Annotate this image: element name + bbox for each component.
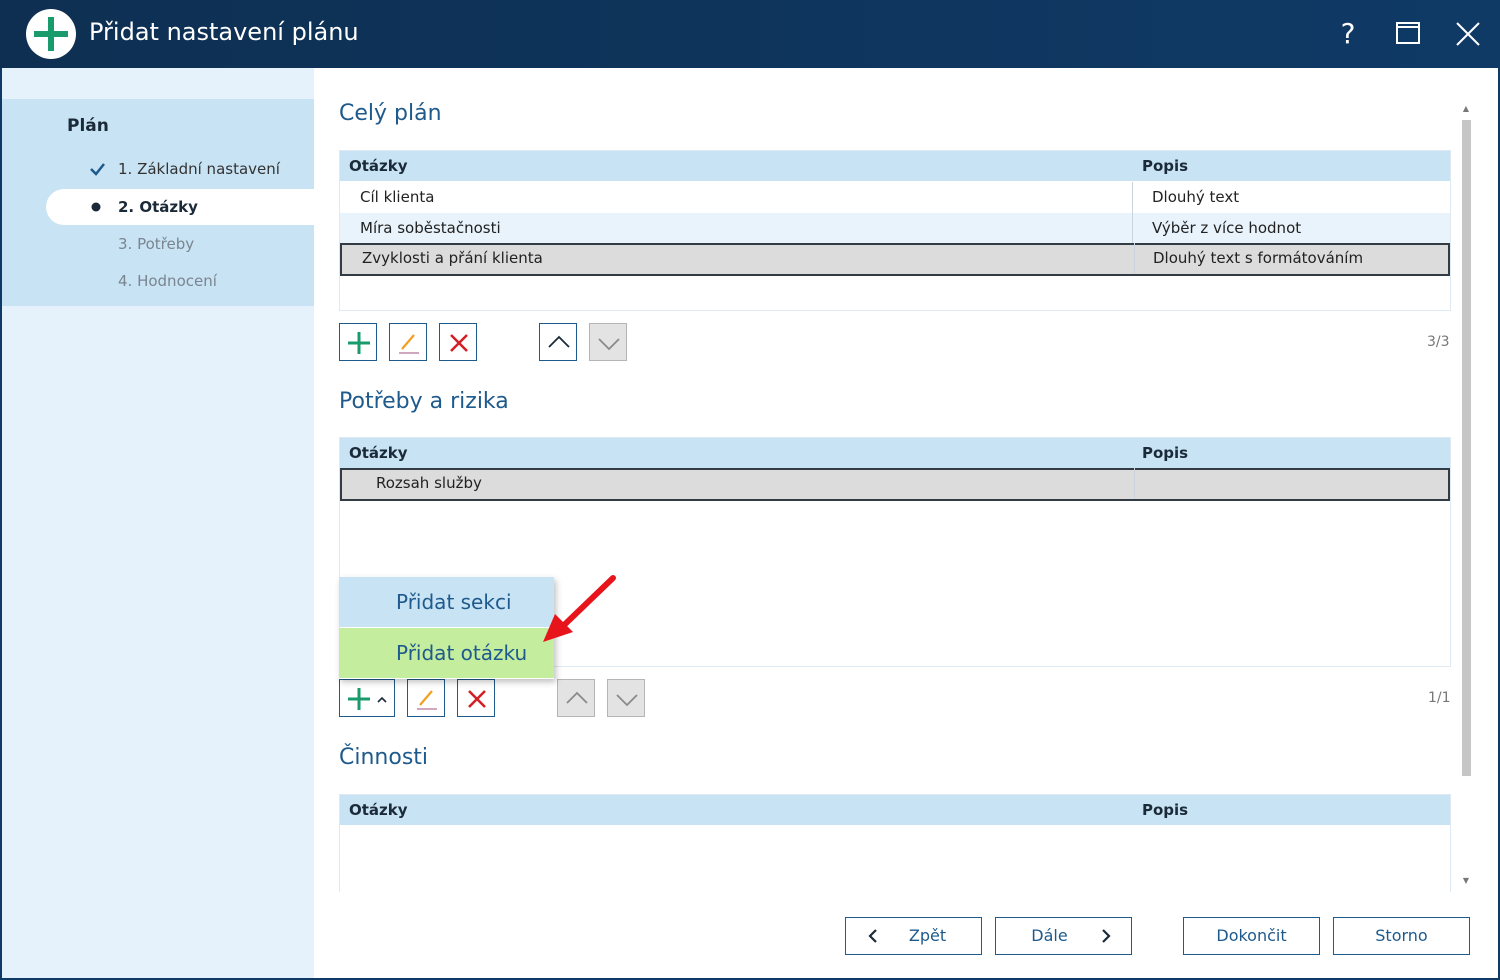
step-label: 2. Otázky [118, 198, 198, 216]
chevron-up-icon [566, 691, 588, 704]
check-icon [88, 151, 108, 187]
wizard-sidebar: Plán 1. Základní nastavení 2. Otázky 3. … [2, 68, 314, 978]
questions-grid-whole-plan: Otázky Popis Cíl klienta Dlouhý text Mír… [339, 150, 1451, 311]
column-header-description[interactable]: Popis [1142, 438, 1188, 468]
table-row[interactable]: Cíl klienta Dlouhý text [340, 182, 1450, 213]
scroll-down-icon[interactable]: ▼ [1460, 876, 1472, 886]
move-down-button[interactable] [607, 679, 645, 717]
close-icon [1456, 22, 1480, 46]
row-counter: 1/1 [1428, 690, 1451, 706]
cancel-button[interactable]: Storno [1333, 917, 1470, 955]
step-needs[interactable]: 3. Potřeby [46, 226, 314, 262]
column-separator [1132, 182, 1133, 213]
add-dropdown-button[interactable] [339, 679, 395, 717]
column-header-description[interactable]: Popis [1142, 795, 1188, 825]
step-questions[interactable]: 2. Otázky [46, 189, 314, 225]
add-circle-icon [26, 9, 76, 59]
finish-button[interactable]: Dokončit [1183, 917, 1320, 955]
back-label: Zpět [908, 926, 947, 945]
maximize-button[interactable] [1388, 14, 1428, 54]
table-row-selected[interactable]: Zvyklosti a přání klienta Dlouhý text s … [340, 243, 1450, 276]
scroll-up-icon[interactable]: ▲ [1460, 104, 1472, 114]
next-button[interactable]: Dále [995, 917, 1132, 955]
scrollbar-thumb[interactable] [1462, 120, 1471, 776]
pencil-icon [399, 334, 419, 354]
menu-item-add-section[interactable]: Přidat sekci [339, 577, 554, 627]
cell-description: Dlouhý text [1152, 188, 1240, 206]
cell-description: Výběr z více hodnot [1152, 219, 1302, 237]
pencil-icon [417, 690, 437, 710]
column-separator [1134, 468, 1135, 499]
maximize-icon [1396, 22, 1420, 44]
cell-question: Zvyklosti a přání klienta [362, 249, 543, 267]
add-button[interactable] [339, 323, 377, 361]
column-header-questions[interactable]: Otázky [349, 438, 408, 468]
delete-icon [450, 334, 468, 352]
column-header-description[interactable]: Popis [1142, 151, 1188, 181]
section-title-activities: Činnosti [339, 745, 429, 770]
add-menu-popup: Přidat sekci Přidat otázku [339, 577, 554, 679]
table-row-selected[interactable]: Rozsah služby [340, 468, 1450, 501]
plus-icon [348, 688, 387, 710]
step-basic-settings[interactable]: 1. Základní nastavení [46, 151, 314, 187]
move-down-button[interactable] [589, 323, 627, 361]
section-title-needs-risks: Potřeby a rizika [339, 389, 509, 414]
title-bar: Přidat nastavení plánu ? [0, 0, 1500, 68]
column-header-questions[interactable]: Otázky [349, 795, 408, 825]
grid-header: Otázky Popis [340, 795, 1450, 825]
section-title-whole-plan: Celý plán [339, 101, 442, 126]
step-evaluation[interactable]: 4. Hodnocení [46, 263, 314, 299]
cell-question: Míra soběstačnosti [360, 219, 501, 237]
move-up-button[interactable] [557, 679, 595, 717]
chevron-down-icon [598, 338, 620, 351]
table-row[interactable]: Míra soběstačnosti Výběr z více hodnot [340, 213, 1450, 244]
bullet-icon [88, 189, 108, 225]
cell-question: Rozsah služby [376, 474, 482, 492]
window-title: Přidat nastavení plánu [89, 18, 359, 46]
annotation-arrow-icon [543, 575, 616, 642]
plus-icon [348, 332, 370, 354]
sidebar-heading: Plán [67, 116, 109, 136]
move-up-button[interactable] [539, 323, 577, 361]
cell-description: Dlouhý text s formátováním [1153, 249, 1364, 267]
delete-icon [468, 690, 486, 708]
step-label: 3. Potřeby [118, 235, 195, 253]
column-separator [1134, 243, 1135, 274]
step-label: 1. Základní nastavení [118, 160, 280, 178]
cell-question: Cíl klienta [360, 188, 435, 206]
delete-button[interactable] [457, 679, 495, 717]
row-counter: 3/3 [1427, 334, 1450, 350]
help-button[interactable]: ? [1328, 14, 1368, 54]
menu-item-add-question[interactable]: Přidat otázku [339, 628, 554, 678]
next-label: Dále [1031, 926, 1068, 945]
step-label: 4. Hodnocení [118, 272, 217, 290]
close-button[interactable] [1448, 14, 1488, 54]
chevron-right-icon [1102, 929, 1111, 943]
chevron-up-icon [548, 335, 570, 348]
questions-grid-activities: Otázky Popis [339, 794, 1451, 892]
column-separator [1132, 213, 1133, 244]
edit-button[interactable] [389, 323, 427, 361]
back-button[interactable]: Zpět [845, 917, 982, 955]
column-header-questions[interactable]: Otázky [349, 151, 408, 181]
grid-header: Otázky Popis [340, 438, 1450, 468]
grid-header: Otázky Popis [340, 151, 1450, 181]
delete-button[interactable] [439, 323, 477, 361]
chevron-down-icon [616, 694, 638, 707]
chevron-left-icon [868, 929, 877, 943]
edit-button[interactable] [407, 679, 445, 717]
